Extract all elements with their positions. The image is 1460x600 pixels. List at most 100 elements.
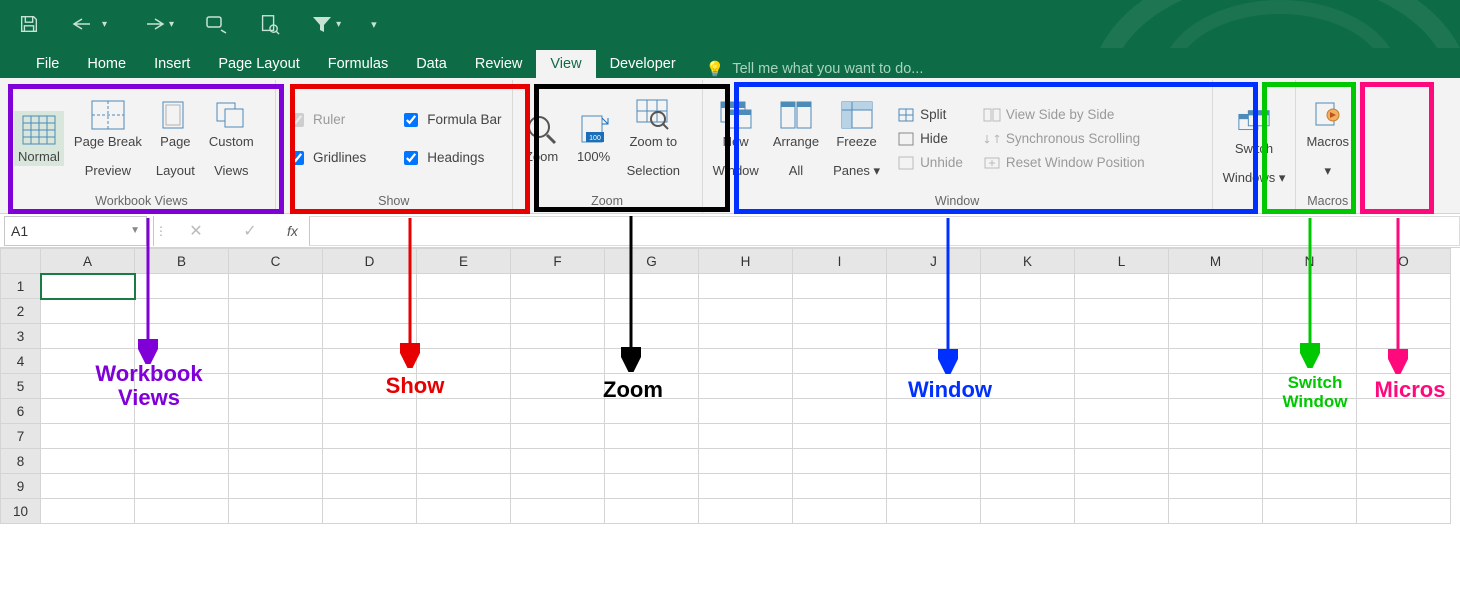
tab-home[interactable]: Home <box>73 50 140 78</box>
cell[interactable] <box>417 399 511 424</box>
cell[interactable] <box>511 499 605 524</box>
cell[interactable] <box>1169 349 1263 374</box>
cell[interactable] <box>229 324 323 349</box>
cell[interactable] <box>981 499 1075 524</box>
col-header[interactable]: E <box>417 249 511 274</box>
cell[interactable] <box>1263 499 1357 524</box>
cell[interactable] <box>1263 349 1357 374</box>
zoom-to-selection-button[interactable]: Zoom to Selection <box>623 96 684 182</box>
cell[interactable] <box>605 374 699 399</box>
cell[interactable] <box>417 274 511 299</box>
col-header[interactable]: I <box>793 249 887 274</box>
gridlines-checkbox[interactable]: Gridlines <box>286 148 366 168</box>
zoom-button[interactable]: Zoom <box>519 111 565 167</box>
cell[interactable] <box>41 299 135 324</box>
cell[interactable] <box>1357 499 1451 524</box>
cell[interactable] <box>135 449 229 474</box>
cell[interactable] <box>981 299 1075 324</box>
cell[interactable] <box>605 299 699 324</box>
cell[interactable] <box>699 499 793 524</box>
cell[interactable] <box>417 324 511 349</box>
cell[interactable] <box>323 424 417 449</box>
col-header[interactable]: A <box>41 249 135 274</box>
formula-input[interactable] <box>309 216 1460 246</box>
cell[interactable] <box>229 399 323 424</box>
cell[interactable] <box>41 499 135 524</box>
cell[interactable] <box>417 474 511 499</box>
cell[interactable] <box>1263 424 1357 449</box>
cell[interactable] <box>323 274 417 299</box>
custom-views-button[interactable]: Custom Views <box>205 96 258 182</box>
col-header[interactable]: H <box>699 249 793 274</box>
tab-file[interactable]: File <box>22 50 73 78</box>
cell[interactable] <box>793 374 887 399</box>
row-header[interactable]: 8 <box>1 449 41 474</box>
touch-mode-icon[interactable] <box>204 13 228 35</box>
cell[interactable] <box>793 449 887 474</box>
cancel-formula-icon[interactable]: ✕ <box>179 221 213 241</box>
cell[interactable] <box>229 274 323 299</box>
cell[interactable] <box>887 299 981 324</box>
cell[interactable] <box>511 274 605 299</box>
cell[interactable] <box>887 349 981 374</box>
cell[interactable] <box>135 499 229 524</box>
page-break-preview-button[interactable]: Page Break Preview <box>70 96 146 182</box>
cell[interactable] <box>887 449 981 474</box>
cell[interactable] <box>605 474 699 499</box>
col-header[interactable]: J <box>887 249 981 274</box>
row-header[interactable]: 7 <box>1 424 41 449</box>
cell[interactable] <box>229 474 323 499</box>
cell[interactable] <box>1357 474 1451 499</box>
tab-page-layout[interactable]: Page Layout <box>204 50 313 78</box>
cell[interactable] <box>605 499 699 524</box>
cell[interactable] <box>1357 349 1451 374</box>
cell[interactable] <box>793 274 887 299</box>
cell[interactable] <box>41 399 135 424</box>
row-header[interactable]: 10 <box>1 499 41 524</box>
cell[interactable] <box>1357 374 1451 399</box>
undo-icon[interactable]: ▾ <box>70 14 107 34</box>
row-header[interactable]: 9 <box>1 474 41 499</box>
tab-review[interactable]: Review <box>461 50 537 78</box>
col-header[interactable]: O <box>1357 249 1451 274</box>
cell[interactable] <box>887 499 981 524</box>
cell[interactable] <box>887 474 981 499</box>
print-preview-icon[interactable] <box>258 13 280 35</box>
cell[interactable] <box>1357 399 1451 424</box>
formula-bar-checkbox[interactable]: Formula Bar <box>400 110 501 130</box>
cell[interactable] <box>417 349 511 374</box>
cell[interactable] <box>699 424 793 449</box>
tab-view[interactable]: View <box>536 50 595 78</box>
cell[interactable] <box>1169 474 1263 499</box>
headings-checkbox-input[interactable] <box>404 151 418 165</box>
cell[interactable] <box>417 449 511 474</box>
cell[interactable] <box>605 449 699 474</box>
cell[interactable] <box>1263 449 1357 474</box>
cell[interactable] <box>699 474 793 499</box>
cell[interactable] <box>135 324 229 349</box>
cell[interactable] <box>323 499 417 524</box>
cell[interactable] <box>1169 374 1263 399</box>
cell[interactable] <box>699 449 793 474</box>
split-button[interactable]: Split <box>894 105 966 125</box>
cell[interactable] <box>981 274 1075 299</box>
row-header[interactable]: 4 <box>1 349 41 374</box>
cell[interactable] <box>229 349 323 374</box>
cell[interactable] <box>511 474 605 499</box>
row-header[interactable]: 6 <box>1 399 41 424</box>
col-header[interactable]: F <box>511 249 605 274</box>
cell[interactable] <box>605 324 699 349</box>
cell[interactable] <box>605 349 699 374</box>
cell[interactable] <box>41 424 135 449</box>
col-header[interactable]: N <box>1263 249 1357 274</box>
cell[interactable] <box>1263 374 1357 399</box>
cell[interactable] <box>1357 449 1451 474</box>
cell[interactable] <box>1075 449 1169 474</box>
cell[interactable] <box>1169 274 1263 299</box>
cell[interactable] <box>323 449 417 474</box>
cell[interactable] <box>229 499 323 524</box>
cell[interactable] <box>1169 499 1263 524</box>
cell[interactable] <box>417 424 511 449</box>
cell[interactable] <box>1169 399 1263 424</box>
col-header[interactable]: D <box>323 249 417 274</box>
